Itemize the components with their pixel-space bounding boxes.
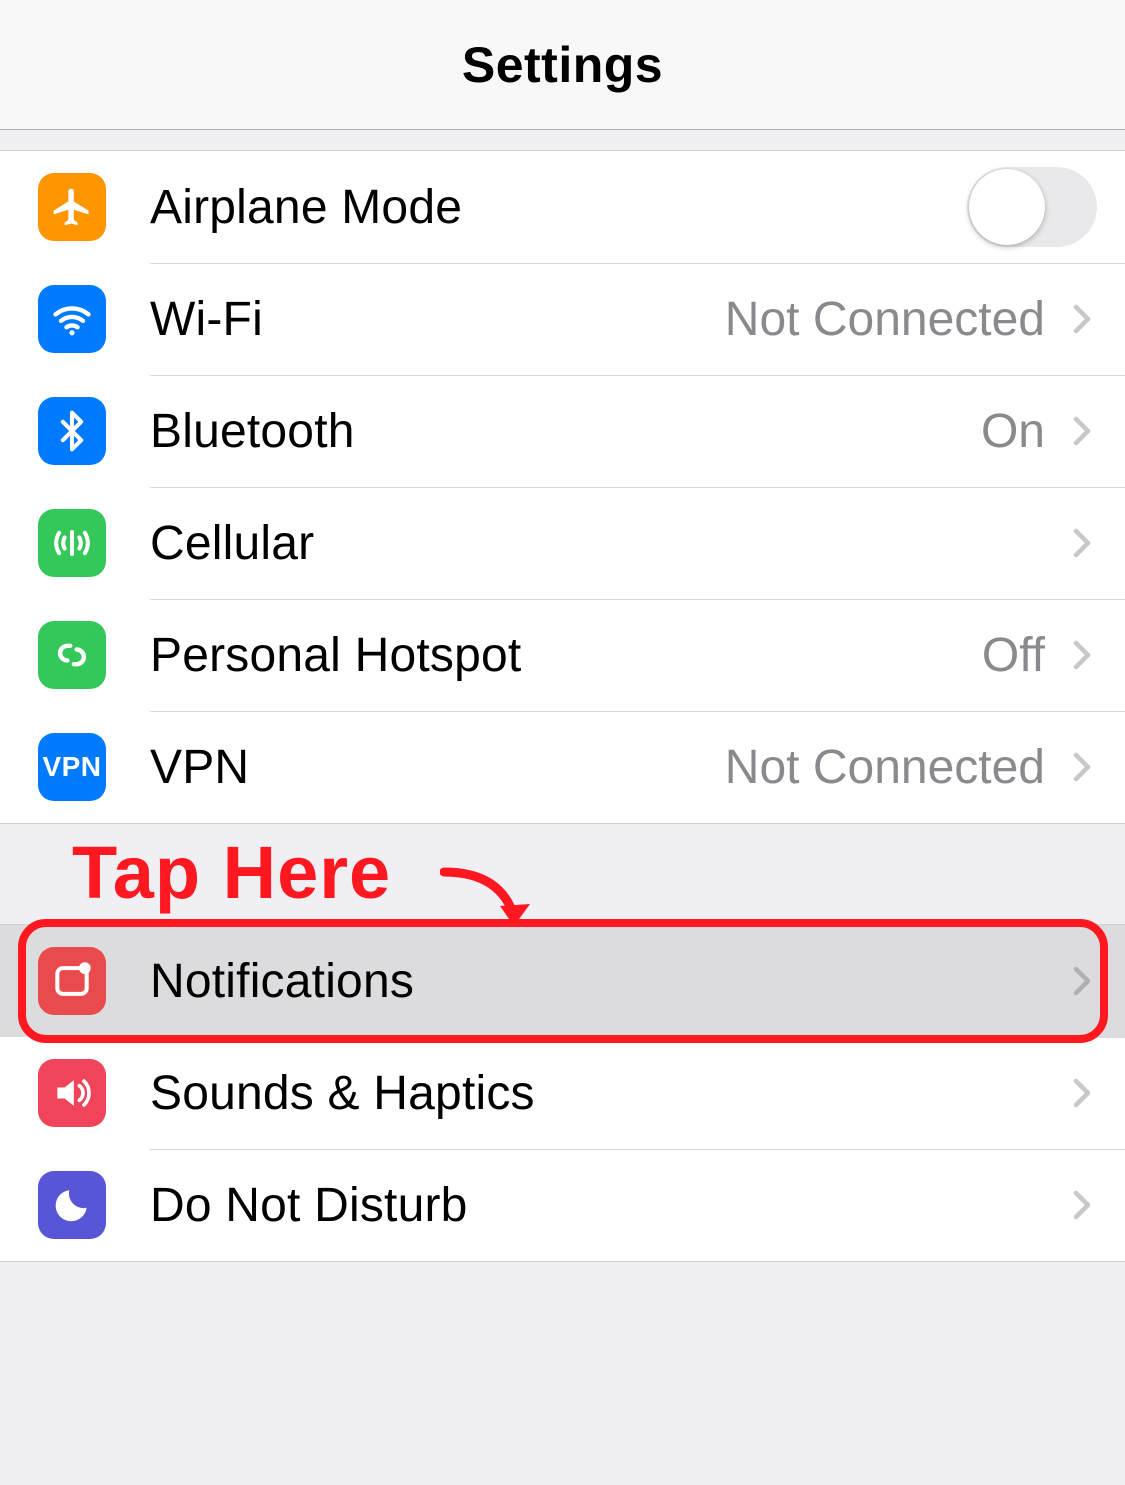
airplane-icon xyxy=(38,173,106,241)
page-title: Settings xyxy=(462,36,663,94)
cellular-icon xyxy=(38,509,106,577)
wifi-row[interactable]: Wi-Fi Not Connected xyxy=(0,263,1125,375)
sounds-icon xyxy=(38,1059,106,1127)
chevron-right-icon xyxy=(1067,752,1097,782)
cellular-label: Cellular xyxy=(150,516,1055,571)
annotation-arrow-icon xyxy=(440,854,540,934)
vpn-value: Not Connected xyxy=(725,740,1045,795)
chevron-right-icon xyxy=(1067,304,1097,334)
chevron-right-icon xyxy=(1067,640,1097,670)
bluetooth-icon xyxy=(38,397,106,465)
sounds-haptics-label: Sounds & Haptics xyxy=(150,1066,1055,1121)
personal-hotspot-label: Personal Hotspot xyxy=(150,628,982,683)
bluetooth-value: On xyxy=(981,404,1045,459)
settings-header: Settings xyxy=(0,0,1125,130)
vpn-icon: VPN xyxy=(38,733,106,801)
wifi-icon xyxy=(38,285,106,353)
notifications-label: Notifications xyxy=(150,954,1055,1009)
toggle-knob xyxy=(969,169,1045,245)
cellular-row[interactable]: Cellular xyxy=(0,487,1125,599)
vpn-row[interactable]: VPN VPN Not Connected xyxy=(0,711,1125,823)
bluetooth-row[interactable]: Bluetooth On xyxy=(0,375,1125,487)
group-gap: Tap Here xyxy=(0,824,1125,924)
chevron-right-icon xyxy=(1067,966,1097,996)
chevron-right-icon xyxy=(1067,1190,1097,1220)
chevron-right-icon xyxy=(1067,528,1097,558)
airplane-mode-row[interactable]: Airplane Mode xyxy=(0,151,1125,263)
sounds-haptics-row[interactable]: Sounds & Haptics xyxy=(0,1037,1125,1149)
personal-hotspot-row[interactable]: Personal Hotspot Off xyxy=(0,599,1125,711)
group-gap-top xyxy=(0,130,1125,150)
do-not-disturb-row[interactable]: Do Not Disturb xyxy=(0,1149,1125,1261)
wifi-label: Wi-Fi xyxy=(150,292,725,347)
chevron-right-icon xyxy=(1067,416,1097,446)
wifi-value: Not Connected xyxy=(725,292,1045,347)
personal-hotspot-value: Off xyxy=(982,628,1045,683)
airplane-mode-label: Airplane Mode xyxy=(150,180,967,235)
vpn-label: VPN xyxy=(150,740,725,795)
settings-group-connectivity: Airplane Mode Wi-Fi Not Connected Blueto… xyxy=(0,150,1125,824)
hotspot-icon xyxy=(38,621,106,689)
vpn-icon-text: VPN xyxy=(42,751,101,783)
notifications-row[interactable]: Notifications xyxy=(0,925,1125,1037)
annotation-text: Tap Here xyxy=(72,830,391,915)
notifications-icon xyxy=(38,947,106,1015)
bluetooth-label: Bluetooth xyxy=(150,404,981,459)
do-not-disturb-label: Do Not Disturb xyxy=(150,1178,1055,1233)
airplane-mode-toggle[interactable] xyxy=(967,167,1097,247)
chevron-right-icon xyxy=(1067,1078,1097,1108)
dnd-icon xyxy=(38,1171,106,1239)
settings-group-alerts: Notifications Sounds & Haptics Do Not Di… xyxy=(0,924,1125,1262)
